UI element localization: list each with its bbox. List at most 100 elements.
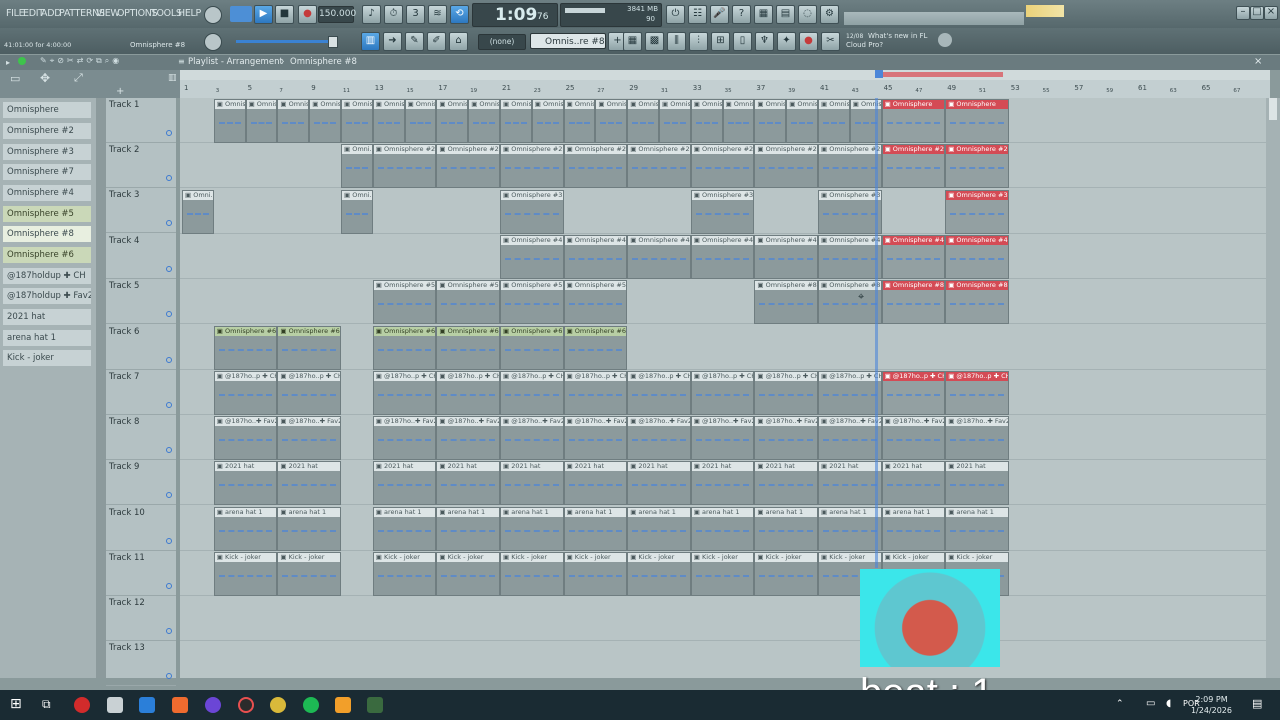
playlist-clip[interactable]: ▣ Omnisphere — [786, 99, 818, 143]
pattern-item[interactable]: Omnisphere #3 — [3, 144, 91, 160]
track-header[interactable]: Track 1 — [106, 98, 176, 143]
track-mute-icon[interactable] — [166, 130, 172, 136]
plugin-picker-button[interactable]: ⊞ — [711, 32, 730, 51]
track-row[interactable] — [180, 325, 1266, 370]
task-view-icon[interactable]: ⧉ — [42, 697, 51, 712]
metronome-button[interactable]: ♪ — [362, 5, 381, 24]
microphone-button[interactable]: 🎤 — [710, 5, 729, 24]
playlist-clip[interactable]: ▣ Kick - joker — [690, 552, 755, 596]
blend-notes-button[interactable]: ≋ — [428, 5, 447, 24]
news-line-2[interactable]: Cloud Pro? — [846, 41, 883, 49]
pattern-item[interactable]: @187holdup ✚ CH — [3, 268, 91, 284]
pattern-item[interactable]: Omnisphere #7 — [3, 164, 91, 180]
add-track-icon[interactable]: + — [116, 86, 124, 97]
playlist-clip[interactable]: ▣ Omnisphere #6 — [213, 325, 278, 370]
move-icon[interactable]: ✥ — [40, 71, 50, 85]
playlist-clip[interactable]: ▣ Omnisphere #3 — [945, 189, 1009, 234]
playlist-clip[interactable]: ▣ arena hat 1 — [436, 506, 500, 551]
loop-region[interactable] — [875, 72, 1003, 77]
track-header[interactable]: Track 10 — [106, 506, 176, 551]
playlist-clip[interactable]: ▣ arena hat 1 — [372, 506, 437, 551]
pattern-item[interactable]: @187holdup ✚ Fav2 — [3, 288, 91, 304]
track-mute-icon[interactable] — [166, 175, 172, 181]
playlist-clip[interactable]: ▣ Omnisphere — [309, 99, 341, 143]
playlist-clip[interactable]: ▣ Omnisphere #4 — [690, 234, 755, 279]
playlist-clip[interactable]: ▣ Omnisphere #6 — [436, 325, 500, 370]
taskbar-clock[interactable]: 2:09 PM 1/24/2026 — [1191, 694, 1232, 716]
countdown-button[interactable]: 3 — [406, 5, 425, 24]
playlist-clip[interactable]: ▣ @187ho..p ✚ CH — [500, 370, 564, 415]
playlist-clip[interactable]: ▣ Omnisphere — [659, 99, 691, 143]
store-icon[interactable] — [139, 697, 155, 713]
playlist-clip[interactable]: ▣ Omnisphere — [563, 99, 596, 143]
playlist-clip[interactable]: ▣ Omnisphere #2 — [818, 144, 882, 189]
playlist-clip[interactable]: ▣ @187ho..✚ Fav2 — [213, 416, 278, 461]
master-volume-knob[interactable] — [204, 6, 222, 24]
playlist-clip[interactable]: ▣ Omnisphere — [436, 99, 469, 143]
playlist-clip[interactable]: ▣ Omni..#2 — [341, 144, 373, 189]
playlist-clip[interactable]: ▣ Omnisphere — [341, 99, 373, 143]
playlist-clip[interactable]: ▣ Omnisphere — [627, 99, 659, 143]
playlist-clip[interactable]: ▣ Omnisphere #2 — [690, 144, 755, 189]
playlist-clip[interactable]: ▣ 2021 hat — [945, 461, 1009, 506]
playlist-clip[interactable]: ▣ @187ho..p ✚ CH — [436, 370, 500, 415]
track-row[interactable] — [180, 279, 1266, 325]
settings-button[interactable]: ⚙ — [820, 5, 839, 24]
snap-select[interactable]: (none) — [478, 34, 526, 50]
maximize-button[interactable]: □ — [1250, 6, 1264, 20]
playlist-tools-icons[interactable]: ✎⌖⊘✂⇄⟳⧉⌕◉ — [40, 56, 122, 66]
macro-button[interactable]: ✦ — [777, 32, 796, 51]
help-button[interactable]: ? — [732, 5, 751, 24]
stamp-tool-button[interactable]: ⌂ — [449, 32, 468, 51]
playlist-clip[interactable]: ▣ Omnisphere — [881, 99, 946, 143]
playlist-clip[interactable]: ▣ Omnisphere — [372, 99, 405, 143]
track-row[interactable] — [180, 642, 1266, 678]
playlist-clip[interactable]: ▣ Omnisphere #5 — [563, 280, 628, 325]
app-icon[interactable] — [270, 697, 286, 713]
playlist-clip[interactable]: ▣ Omnisphere #2 — [372, 144, 437, 189]
pattern-item[interactable]: arena hat 1 — [3, 330, 91, 346]
track-header[interactable]: Track 12 — [106, 596, 176, 641]
track-mute-icon[interactable] — [166, 628, 172, 634]
track-row[interactable] — [180, 596, 1266, 642]
playlist-clip[interactable]: ▣ 2021 hat — [436, 461, 500, 506]
playlist-clip[interactable]: ▣ @187ho..✚ Fav2 — [563, 416, 628, 461]
playlist-clip[interactable]: ▣ arena hat 1 — [563, 506, 628, 551]
playlist-clip[interactable]: ▣ Omnisphere — [277, 99, 310, 143]
playlist-clip[interactable]: ▣ Omnisphere #3 — [690, 189, 755, 234]
track-header[interactable]: Track 5 — [106, 279, 176, 324]
playlist-clip[interactable]: ▣ Omnisphere #5 — [436, 280, 500, 325]
playlist-clip[interactable]: ▣ Omnisphere — [945, 99, 1009, 143]
playlist-clip[interactable]: ▣ @187ho..✚ Fav2 — [754, 416, 818, 461]
playlist-clip[interactable]: ▣ Omnisphere #8 — [818, 280, 882, 325]
playlist-clip[interactable]: ▣ @187ho..✚ Fav2 — [277, 416, 341, 461]
notification-icon[interactable]: ▤ — [1252, 697, 1262, 710]
news-settings-icon[interactable] — [938, 33, 952, 47]
loop-record-button[interactable]: ⟲ — [450, 5, 469, 24]
recorder-icon[interactable] — [238, 697, 254, 713]
playlist-clip[interactable]: ▣ Omnisphere — [818, 99, 850, 143]
master-slider-handle[interactable] — [328, 36, 338, 48]
eq-button[interactable]: ⫶ — [689, 32, 708, 51]
ruler-scroll-strip[interactable] — [180, 70, 1270, 80]
playlist-clip[interactable]: ▣ Kick - joker — [436, 552, 500, 596]
browser-button[interactable]: ▤ — [776, 5, 795, 24]
playlist-clip[interactable]: ▣ Omni..#7 — [341, 189, 373, 234]
piano-roll-button[interactable]: ▥ — [361, 32, 380, 51]
playlist-clip[interactable]: ▣ Omnisphere #4 — [563, 234, 628, 279]
touch-controller-button[interactable]: ♆ — [755, 32, 774, 51]
panel-splitter[interactable] — [96, 98, 106, 678]
playlist-clip[interactable]: ▣ 2021 hat — [372, 461, 437, 506]
playlist-clip[interactable]: ▣ 2021 hat — [818, 461, 882, 506]
playlist-clip[interactable]: ▣ @187ho..✚ Fav2 — [945, 416, 1009, 461]
playlist-clip[interactable]: ▣ @187ho..p ✚ CH — [945, 370, 1009, 415]
track-header[interactable]: Track 3 — [106, 188, 176, 233]
playlist-clip[interactable]: ▣ Omnisphere #4 — [627, 234, 691, 279]
playlist-clip[interactable]: ▣ @187ho..p ✚ CH — [213, 370, 278, 415]
playhead-marker-icon[interactable] — [875, 70, 883, 78]
track-mute-icon[interactable] — [166, 447, 172, 453]
playlist-clip[interactable]: ▣ Omnisphere #2 — [436, 144, 500, 189]
track-header[interactable]: Track 7 — [106, 370, 176, 415]
tempo-display[interactable]: 150.000 — [318, 6, 356, 23]
playlist-clip[interactable]: ▣ Omnisphere #8 — [881, 280, 946, 325]
